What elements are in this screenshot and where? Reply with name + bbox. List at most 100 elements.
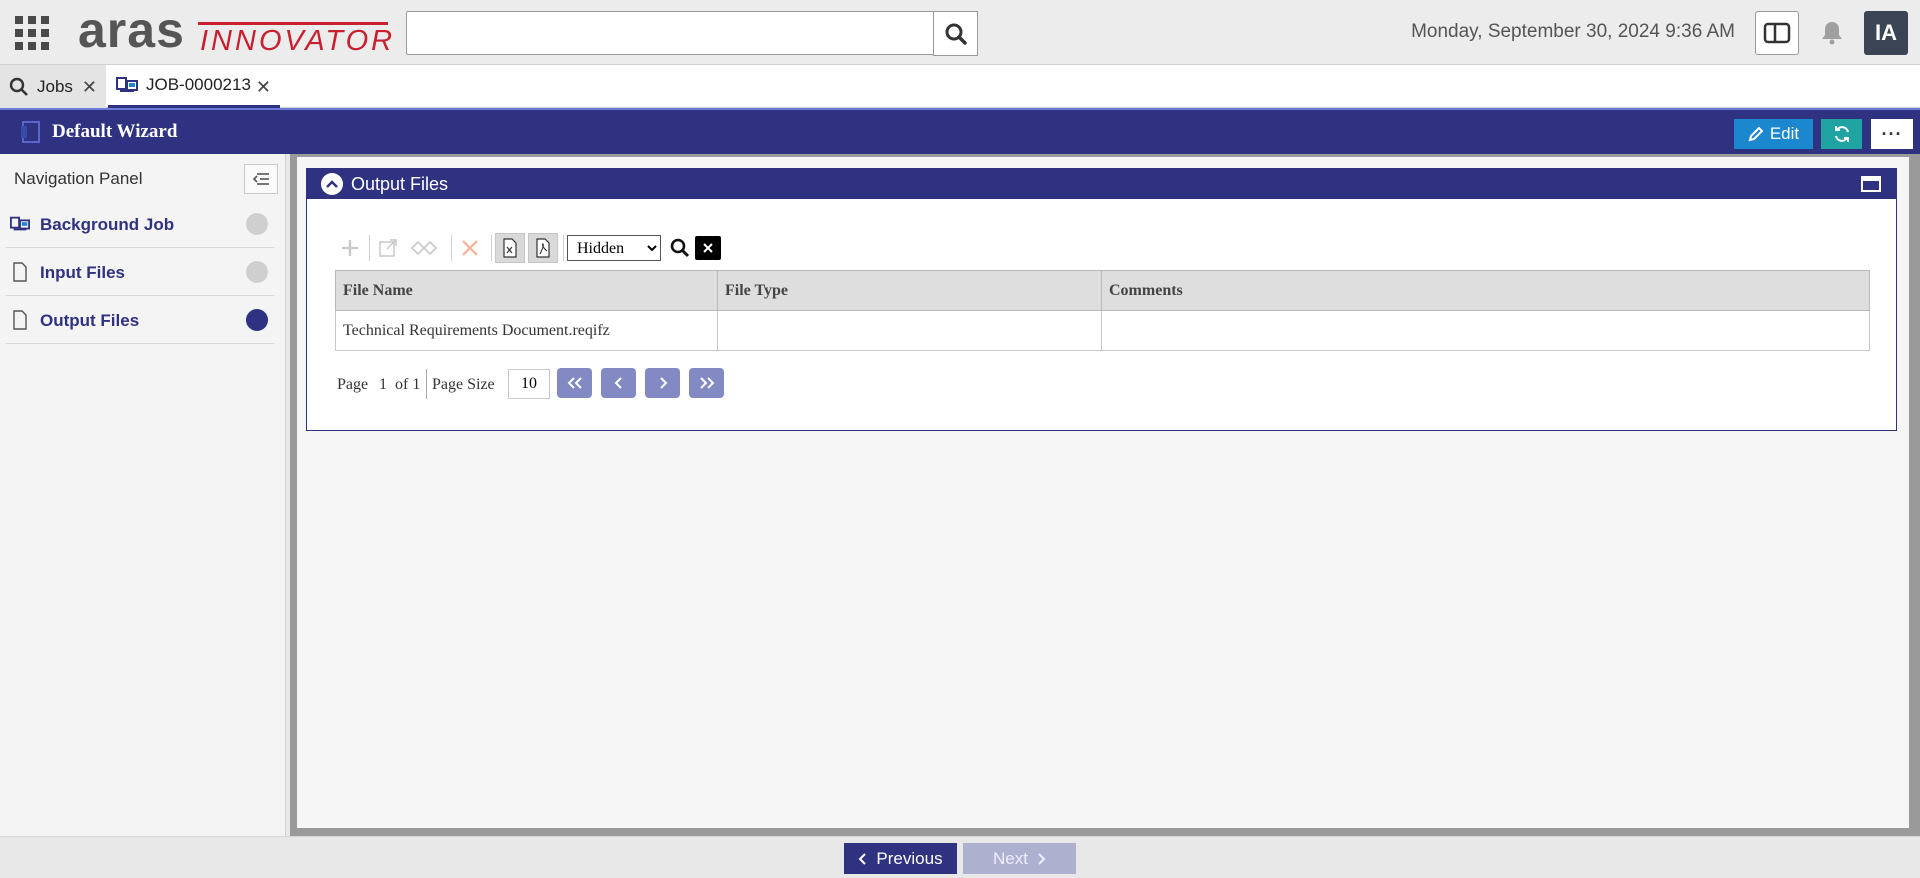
aras-logo: aras INNOVATOR bbox=[78, 2, 392, 58]
logo-text-innovator: INNOVATOR bbox=[200, 25, 396, 57]
edit-button[interactable]: Edit bbox=[1734, 119, 1813, 149]
previous-label: Previous bbox=[876, 848, 943, 868]
maximize-icon[interactable] bbox=[1860, 174, 1882, 194]
tab-jobs[interactable]: Jobs ✕ bbox=[0, 65, 106, 108]
step-status-indicator bbox=[246, 309, 268, 331]
output-files-panel: Output Files Hidden File Name File Type … bbox=[306, 168, 1897, 431]
tab-job-0000213[interactable]: JOB-0000213 ✕ bbox=[108, 65, 280, 108]
user-avatar[interactable]: IA bbox=[1864, 11, 1908, 55]
column-header-comments[interactable]: Comments bbox=[1101, 270, 1870, 311]
navigation-panel-title: Navigation Panel bbox=[14, 169, 143, 188]
output-files-table: File Name File Type Comments Technical R… bbox=[335, 270, 1870, 351]
table-header-row: File Name File Type Comments bbox=[335, 270, 1870, 311]
close-tab-icon[interactable]: ✕ bbox=[82, 77, 97, 98]
open-button[interactable] bbox=[373, 233, 403, 263]
wizard-title: Default Wizard bbox=[52, 121, 178, 142]
double-chevron-right-icon bbox=[699, 377, 714, 389]
column-header-file-type[interactable]: File Type bbox=[717, 270, 1102, 311]
page-label: Page bbox=[337, 376, 369, 393]
top-header: aras INNOVATOR Monday, September 30, 202… bbox=[0, 0, 1920, 65]
cell-file-type[interactable] bbox=[717, 310, 1102, 351]
nav-item-background-job[interactable]: Background Job bbox=[6, 200, 274, 248]
navigation-panel-header: Navigation Panel bbox=[0, 154, 286, 200]
tab-label: Jobs bbox=[37, 76, 73, 96]
unlink-icon bbox=[410, 240, 438, 256]
more-options-button[interactable]: ··· bbox=[1871, 119, 1913, 149]
page-size-input[interactable] bbox=[508, 369, 550, 399]
grid-toolbar: Hidden bbox=[335, 233, 745, 263]
pagination-bar: Page 1 of 1 Page Size bbox=[335, 368, 755, 400]
chevron-left-icon bbox=[859, 852, 867, 865]
double-chevron-left-icon bbox=[567, 377, 582, 389]
open-external-icon bbox=[379, 239, 397, 257]
excel-file-icon bbox=[503, 238, 517, 258]
collapse-panel-icon bbox=[252, 173, 269, 185]
search-grid-button[interactable] bbox=[665, 233, 695, 263]
global-search-input[interactable] bbox=[406, 11, 934, 55]
refresh-button[interactable] bbox=[1821, 119, 1862, 149]
export-pdf-button[interactable] bbox=[528, 233, 558, 263]
close-tab-icon[interactable]: ✕ bbox=[256, 77, 271, 98]
export-excel-button[interactable] bbox=[495, 233, 525, 263]
page-size-label: Page Size bbox=[432, 376, 495, 393]
table-row[interactable]: Technical Requirements Document.reqifz bbox=[335, 310, 1870, 351]
toggle-layout-button[interactable] bbox=[1755, 11, 1799, 55]
unlink-button[interactable] bbox=[409, 233, 439, 263]
next-button[interactable]: Next bbox=[963, 843, 1076, 874]
search-icon bbox=[9, 77, 28, 96]
previous-page-button[interactable] bbox=[601, 368, 636, 398]
tab-bar: Jobs ✕ JOB-0000213 ✕ bbox=[0, 65, 1920, 108]
search-icon bbox=[670, 238, 690, 258]
collapse-nav-button[interactable] bbox=[244, 164, 278, 194]
job-icon bbox=[10, 216, 30, 231]
column-filter-select[interactable]: Hidden bbox=[567, 235, 661, 261]
first-page-button[interactable] bbox=[557, 368, 592, 398]
tab-label: JOB-0000213 bbox=[146, 75, 251, 94]
nav-item-label: Output Files bbox=[40, 311, 140, 330]
next-page-button[interactable] bbox=[645, 368, 680, 398]
step-status-indicator bbox=[246, 261, 268, 283]
app-launcher-icon[interactable] bbox=[15, 16, 49, 50]
nav-item-input-files[interactable]: Input Files bbox=[6, 248, 274, 296]
total-pages: of 1 bbox=[395, 376, 421, 393]
last-page-button[interactable] bbox=[689, 368, 724, 398]
step-status-indicator bbox=[246, 213, 268, 235]
nav-item-output-files[interactable]: Output Files bbox=[6, 296, 274, 344]
panel-header: Output Files bbox=[307, 169, 1896, 199]
job-icon bbox=[116, 77, 138, 92]
search-button[interactable] bbox=[933, 11, 978, 56]
next-label: Next bbox=[993, 848, 1028, 868]
file-icon bbox=[13, 262, 27, 282]
wizard-icon bbox=[21, 121, 40, 143]
refresh-icon bbox=[1834, 126, 1849, 142]
current-page: 1 bbox=[379, 376, 387, 393]
cell-comments[interactable] bbox=[1101, 310, 1870, 351]
pencil-icon bbox=[1748, 126, 1764, 142]
panel-title: Output Files bbox=[351, 174, 449, 194]
collapse-section-button[interactable] bbox=[321, 173, 343, 195]
delete-button[interactable] bbox=[455, 233, 485, 263]
edit-label: Edit bbox=[1769, 124, 1800, 143]
chevron-right-icon bbox=[1038, 852, 1046, 865]
chevron-up-icon bbox=[326, 180, 338, 188]
notifications-button[interactable] bbox=[1810, 11, 1854, 55]
cell-file-name[interactable]: Technical Requirements Document.reqifz bbox=[335, 310, 718, 351]
logo-text-aras: aras bbox=[78, 2, 185, 58]
chevron-right-icon bbox=[659, 377, 667, 389]
column-header-file-name[interactable]: File Name bbox=[335, 270, 718, 311]
search-icon bbox=[945, 23, 967, 45]
delete-x-icon bbox=[462, 240, 478, 256]
file-icon bbox=[13, 310, 27, 330]
add-button[interactable] bbox=[335, 233, 365, 263]
previous-button[interactable]: Previous bbox=[844, 843, 957, 874]
nav-item-label: Input Files bbox=[40, 263, 125, 282]
wizard-titlebar: Default Wizard Edit ··· bbox=[0, 108, 1920, 154]
chevron-left-icon bbox=[614, 377, 622, 389]
bell-icon bbox=[1822, 22, 1842, 45]
clear-search-button[interactable] bbox=[695, 236, 721, 260]
pdf-file-icon bbox=[536, 238, 550, 258]
plus-icon bbox=[342, 240, 358, 256]
wizard-footer: Previous Next bbox=[0, 836, 1920, 878]
pager-divider bbox=[426, 369, 427, 399]
split-view-icon bbox=[1763, 22, 1791, 44]
